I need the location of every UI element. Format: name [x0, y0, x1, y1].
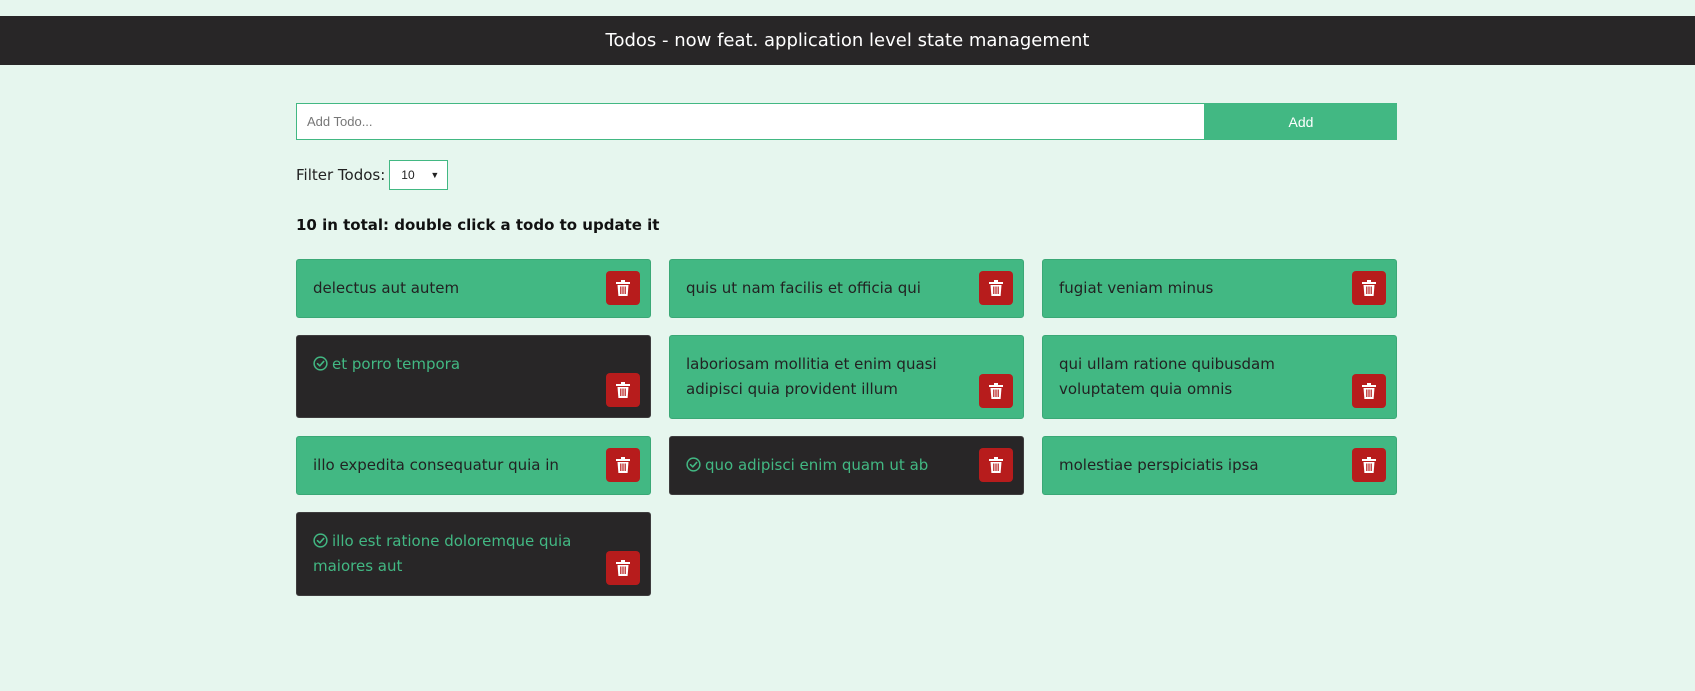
add-todo-input[interactable] [296, 103, 1205, 140]
todo-item[interactable]: quis ut nam facilis et officia qui [669, 259, 1024, 318]
delete-button[interactable] [606, 448, 640, 482]
add-todo-form: Add [296, 103, 1397, 140]
trash-icon [1362, 457, 1376, 473]
add-button[interactable]: Add [1205, 103, 1397, 140]
todo-title: illo est ratione doloremque quia maiores… [313, 532, 572, 575]
todo-title: quo adipisci enim quam ut ab [705, 456, 929, 474]
todo-title: fugiat veniam minus [1059, 279, 1214, 297]
app-header: Todos - now feat. application level stat… [0, 16, 1695, 65]
trash-icon [616, 280, 630, 296]
todo-title: quis ut nam facilis et officia qui [686, 279, 921, 297]
trash-icon [989, 457, 1003, 473]
todo-title: laboriosam mollitia et enim quasi adipis… [686, 355, 937, 398]
delete-button[interactable] [606, 271, 640, 305]
delete-button[interactable] [1352, 448, 1386, 482]
check-circle-icon [313, 533, 328, 548]
todo-item[interactable]: fugiat veniam minus [1042, 259, 1397, 318]
todo-summary: 10 in total: double click a todo to upda… [296, 216, 660, 234]
chevron-down-icon: ▼ [430, 170, 440, 180]
todo-title: qui ullam ratione quibusdam voluptatem q… [1059, 355, 1275, 398]
delete-button[interactable] [606, 551, 640, 585]
delete-button[interactable] [979, 374, 1013, 408]
todo-list: delectus aut autem quis ut nam facilis e… [296, 259, 1397, 596]
trash-icon [616, 560, 630, 576]
page-title: Todos - now feat. application level stat… [605, 30, 1090, 51]
todo-item[interactable]: qui ullam ratione quibusdam voluptatem q… [1042, 335, 1397, 419]
todo-title: molestiae perspiciatis ipsa [1059, 456, 1259, 474]
todo-item[interactable]: delectus aut autem [296, 259, 651, 318]
todo-item[interactable]: quo adipisci enim quam ut ab [669, 436, 1024, 495]
delete-button[interactable] [979, 448, 1013, 482]
check-circle-icon [313, 356, 328, 371]
check-circle-icon [686, 457, 701, 472]
delete-button[interactable] [1352, 271, 1386, 305]
todo-item[interactable]: illo est ratione doloremque quia maiores… [296, 512, 651, 596]
trash-icon [1362, 383, 1376, 399]
todo-title: delectus aut autem [313, 279, 460, 297]
trash-icon [989, 280, 1003, 296]
todo-item[interactable]: molestiae perspiciatis ipsa [1042, 436, 1397, 495]
delete-button[interactable] [606, 373, 640, 407]
todo-item[interactable]: et porro tempora [296, 335, 651, 418]
todo-title: illo expedita consequatur quia in [313, 456, 559, 474]
todo-item[interactable]: illo expedita consequatur quia in [296, 436, 651, 495]
delete-button[interactable] [1352, 374, 1386, 408]
todo-item[interactable]: laboriosam mollitia et enim quasi adipis… [669, 335, 1024, 419]
trash-icon [616, 382, 630, 398]
trash-icon [616, 457, 630, 473]
trash-icon [989, 383, 1003, 399]
delete-button[interactable] [979, 271, 1013, 305]
trash-icon [1362, 280, 1376, 296]
filter-label: Filter Todos: [296, 166, 386, 184]
todo-title: et porro tempora [332, 355, 461, 373]
filter-row: Filter Todos: 10 ▼ [296, 160, 449, 190]
filter-select[interactable]: 10 ▼ [389, 160, 449, 190]
filter-selected-value: 10 [401, 168, 415, 182]
